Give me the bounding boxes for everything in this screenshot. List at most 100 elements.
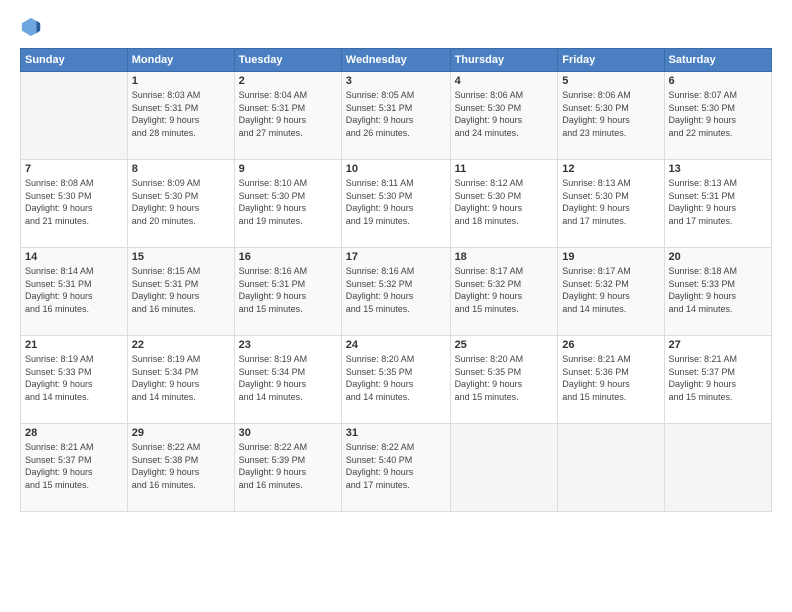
- weekday-header: Wednesday: [341, 49, 450, 72]
- day-number: 24: [346, 339, 446, 351]
- calendar-cell: 5 Sunrise: 8:06 AM Sunset: 5:30 PM Daylig…: [558, 72, 664, 160]
- calendar-cell: 18 Sunrise: 8:17 AM Sunset: 5:32 PM Dayli…: [450, 248, 558, 336]
- day-number: 10: [346, 163, 446, 175]
- calendar-cell: 13 Sunrise: 8:13 AM Sunset: 5:31 PM Dayli…: [664, 160, 771, 248]
- calendar-cell: 12Sunrise: 8:13 AM Sunset: 5:30 PM Dayli…: [558, 160, 664, 248]
- calendar-cell: 27 Sunrise: 8:21 AM Sunset: 5:37 PM Dayli…: [664, 336, 771, 424]
- calendar-cell: 14 Sunrise: 8:14 AM Sunset: 5:31 PM Dayli…: [21, 248, 128, 336]
- calendar-week-row: 14 Sunrise: 8:14 AM Sunset: 5:31 PM Dayli…: [21, 248, 772, 336]
- calendar-cell: 15 Sunrise: 8:15 AM Sunset: 5:31 PM Dayli…: [127, 248, 234, 336]
- day-number: 15: [132, 251, 230, 263]
- calendar-week-row: 28 Sunrise: 8:21 AM Sunset: 5:37 PM Dayli…: [21, 424, 772, 512]
- cell-info: Sunrise: 8:07 AM Sunset: 5:30 PM Dayligh…: [669, 89, 767, 139]
- cell-info: Sunrise: 8:11 AM Sunset: 5:30 PM Dayligh…: [346, 177, 446, 227]
- cell-info: Sunrise: 8:22 AM Sunset: 5:38 PM Dayligh…: [132, 441, 230, 491]
- calendar-cell: 20 Sunrise: 8:18 AM Sunset: 5:33 PM Dayli…: [664, 248, 771, 336]
- cell-info: Sunrise: 8:06 AM Sunset: 5:30 PM Dayligh…: [455, 89, 554, 139]
- calendar-cell: 16 Sunrise: 8:16 AM Sunset: 5:31 PM Dayli…: [234, 248, 341, 336]
- calendar-cell: [664, 424, 771, 512]
- day-number: 4: [455, 75, 554, 87]
- cell-info: Sunrise: 8:13 AM Sunset: 5:30 PM Dayligh…: [562, 177, 659, 227]
- calendar-week-row: 1 Sunrise: 8:03 AM Sunset: 5:31 PM Daylig…: [21, 72, 772, 160]
- calendar-cell: 6 Sunrise: 8:07 AM Sunset: 5:30 PM Daylig…: [664, 72, 771, 160]
- calendar-week-row: 21 Sunrise: 8:19 AM Sunset: 5:33 PM Dayli…: [21, 336, 772, 424]
- day-number: 28: [25, 427, 123, 439]
- cell-info: Sunrise: 8:04 AM Sunset: 5:31 PM Dayligh…: [239, 89, 337, 139]
- calendar-cell: 21 Sunrise: 8:19 AM Sunset: 5:33 PM Dayli…: [21, 336, 128, 424]
- calendar-cell: 23 Sunrise: 8:19 AM Sunset: 5:34 PM Dayli…: [234, 336, 341, 424]
- day-number: 8: [132, 163, 230, 175]
- day-number: 27: [669, 339, 767, 351]
- calendar-header-row: SundayMondayTuesdayWednesdayThursdayFrid…: [21, 49, 772, 72]
- day-number: 1: [132, 75, 230, 87]
- day-number: 2: [239, 75, 337, 87]
- day-number: 31: [346, 427, 446, 439]
- day-number: 9: [239, 163, 337, 175]
- day-number: 22: [132, 339, 230, 351]
- cell-info: Sunrise: 8:03 AM Sunset: 5:31 PM Dayligh…: [132, 89, 230, 139]
- weekday-header: Saturday: [664, 49, 771, 72]
- cell-info: Sunrise: 8:15 AM Sunset: 5:31 PM Dayligh…: [132, 265, 230, 315]
- day-number: 25: [455, 339, 554, 351]
- day-number: 14: [25, 251, 123, 263]
- calendar-cell: 31 Sunrise: 8:22 AM Sunset: 5:40 PM Dayli…: [341, 424, 450, 512]
- weekday-header: Thursday: [450, 49, 558, 72]
- calendar-cell: 29 Sunrise: 8:22 AM Sunset: 5:38 PM Dayli…: [127, 424, 234, 512]
- cell-info: Sunrise: 8:13 AM Sunset: 5:31 PM Dayligh…: [669, 177, 767, 227]
- cell-info: Sunrise: 8:22 AM Sunset: 5:40 PM Dayligh…: [346, 441, 446, 491]
- cell-info: Sunrise: 8:21 AM Sunset: 5:37 PM Dayligh…: [669, 353, 767, 403]
- weekday-header: Monday: [127, 49, 234, 72]
- day-number: 23: [239, 339, 337, 351]
- cell-info: Sunrise: 8:19 AM Sunset: 5:34 PM Dayligh…: [239, 353, 337, 403]
- cell-info: Sunrise: 8:21 AM Sunset: 5:37 PM Dayligh…: [25, 441, 123, 491]
- calendar-week-row: 7 Sunrise: 8:08 AM Sunset: 5:30 PM Daylig…: [21, 160, 772, 248]
- day-number: 19: [562, 251, 659, 263]
- logo: [20, 16, 46, 38]
- header: [20, 16, 772, 38]
- calendar-cell: 11Sunrise: 8:12 AM Sunset: 5:30 PM Dayli…: [450, 160, 558, 248]
- cell-info: Sunrise: 8:22 AM Sunset: 5:39 PM Dayligh…: [239, 441, 337, 491]
- cell-info: Sunrise: 8:08 AM Sunset: 5:30 PM Dayligh…: [25, 177, 123, 227]
- cell-info: Sunrise: 8:17 AM Sunset: 5:32 PM Dayligh…: [562, 265, 659, 315]
- calendar-cell: 4 Sunrise: 8:06 AM Sunset: 5:30 PM Daylig…: [450, 72, 558, 160]
- calendar-cell: 2 Sunrise: 8:04 AM Sunset: 5:31 PM Daylig…: [234, 72, 341, 160]
- day-number: 18: [455, 251, 554, 263]
- calendar-cell: 3 Sunrise: 8:05 AM Sunset: 5:31 PM Daylig…: [341, 72, 450, 160]
- calendar-cell: [558, 424, 664, 512]
- day-number: 5: [562, 75, 659, 87]
- calendar-cell: 28 Sunrise: 8:21 AM Sunset: 5:37 PM Dayli…: [21, 424, 128, 512]
- calendar-cell: 10 Sunrise: 8:11 AM Sunset: 5:30 PM Dayli…: [341, 160, 450, 248]
- calendar-table: SundayMondayTuesdayWednesdayThursdayFrid…: [20, 48, 772, 512]
- day-number: 20: [669, 251, 767, 263]
- calendar-cell: [21, 72, 128, 160]
- cell-info: Sunrise: 8:05 AM Sunset: 5:31 PM Dayligh…: [346, 89, 446, 139]
- day-number: 7: [25, 163, 123, 175]
- cell-info: Sunrise: 8:21 AM Sunset: 5:36 PM Dayligh…: [562, 353, 659, 403]
- calendar-cell: 7 Sunrise: 8:08 AM Sunset: 5:30 PM Daylig…: [21, 160, 128, 248]
- cell-info: Sunrise: 8:17 AM Sunset: 5:32 PM Dayligh…: [455, 265, 554, 315]
- day-number: 26: [562, 339, 659, 351]
- cell-info: Sunrise: 8:10 AM Sunset: 5:30 PM Dayligh…: [239, 177, 337, 227]
- cell-info: Sunrise: 8:16 AM Sunset: 5:32 PM Dayligh…: [346, 265, 446, 315]
- day-number: 6: [669, 75, 767, 87]
- cell-info: Sunrise: 8:09 AM Sunset: 5:30 PM Dayligh…: [132, 177, 230, 227]
- day-number: 3: [346, 75, 446, 87]
- cell-info: Sunrise: 8:20 AM Sunset: 5:35 PM Dayligh…: [346, 353, 446, 403]
- day-number: 29: [132, 427, 230, 439]
- calendar-cell: 19 Sunrise: 8:17 AM Sunset: 5:32 PM Dayli…: [558, 248, 664, 336]
- day-number: 21: [25, 339, 123, 351]
- cell-info: Sunrise: 8:06 AM Sunset: 5:30 PM Dayligh…: [562, 89, 659, 139]
- calendar-cell: [450, 424, 558, 512]
- calendar-cell: 8 Sunrise: 8:09 AM Sunset: 5:30 PM Daylig…: [127, 160, 234, 248]
- calendar-cell: 30Sunrise: 8:22 AM Sunset: 5:39 PM Dayli…: [234, 424, 341, 512]
- cell-info: Sunrise: 8:16 AM Sunset: 5:31 PM Dayligh…: [239, 265, 337, 315]
- calendar-cell: 22 Sunrise: 8:19 AM Sunset: 5:34 PM Dayli…: [127, 336, 234, 424]
- cell-info: Sunrise: 8:18 AM Sunset: 5:33 PM Dayligh…: [669, 265, 767, 315]
- cell-info: Sunrise: 8:14 AM Sunset: 5:31 PM Dayligh…: [25, 265, 123, 315]
- cell-info: Sunrise: 8:19 AM Sunset: 5:34 PM Dayligh…: [132, 353, 230, 403]
- calendar-cell: 26 Sunrise: 8:21 AM Sunset: 5:36 PM Dayli…: [558, 336, 664, 424]
- cell-info: Sunrise: 8:19 AM Sunset: 5:33 PM Dayligh…: [25, 353, 123, 403]
- cell-info: Sunrise: 8:20 AM Sunset: 5:35 PM Dayligh…: [455, 353, 554, 403]
- day-number: 16: [239, 251, 337, 263]
- day-number: 13: [669, 163, 767, 175]
